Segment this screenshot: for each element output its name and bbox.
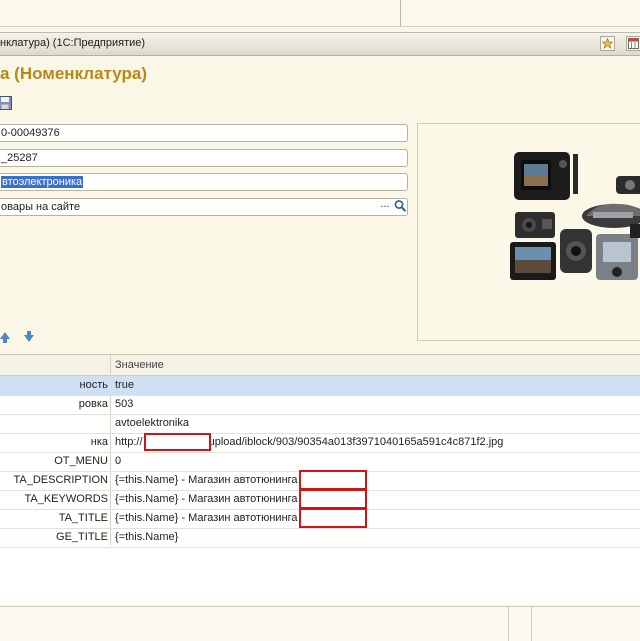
row-value: {=this.Name} [115, 531, 179, 543]
bottom-divider [508, 607, 509, 641]
row-key: ровка [78, 398, 108, 410]
bottom-strip [0, 606, 640, 641]
table-row[interactable]: OT_MENU 0 [0, 452, 640, 472]
row-value: {=this.Name} - Магазин автотюнинга [115, 493, 298, 505]
window-titlebar: нклатура) (1С:Предприятие) [0, 32, 640, 56]
top-divider [400, 0, 401, 26]
product-image [510, 152, 640, 280]
row-key: ность [79, 379, 108, 391]
properties-table: Значение ность true ровка 503 avtoelektr… [0, 354, 640, 605]
row-key: GE_TITLE [56, 531, 108, 543]
row-key: TA_TITLE [58, 512, 108, 524]
row-key: TA_DESCRIPTION [13, 474, 108, 486]
calendar-icon[interactable] [626, 36, 640, 51]
row-value: {=this.Name} - Магазин автотюнинга [115, 512, 298, 524]
arrow-up-icon[interactable] [0, 332, 10, 343]
arrow-down-icon[interactable] [24, 331, 34, 342]
table-row[interactable]: TA_KEYWORDS {=this.Name} - Магазин автот… [0, 489, 640, 510]
bottom-divider [531, 607, 532, 641]
article-field[interactable]: _25287 [0, 149, 408, 167]
group-select-button[interactable]: ... [378, 198, 392, 214]
form-header: а (Номенклатура) [0, 64, 148, 83]
table-row[interactable]: avtoelektronika [0, 414, 640, 434]
redaction-box [299, 508, 367, 528]
row-value: {=this.Name} - Магазин автотюнинга [115, 474, 298, 486]
redaction-box [299, 489, 367, 509]
table-header: Значение [0, 355, 640, 376]
window-title: нклатура) (1С:Предприятие) [0, 37, 146, 49]
name-field[interactable]: втоэлектроника [0, 173, 408, 191]
move-arrows [0, 330, 40, 347]
table-row[interactable]: нка http:// /upload/iblock/903/90354a013f… [0, 433, 640, 453]
group-field[interactable]: овары на сайте [0, 198, 408, 216]
search-icon[interactable] [393, 198, 408, 214]
url-prefix: http:// [115, 436, 143, 448]
redaction-box [144, 433, 211, 451]
row-value: true [115, 379, 134, 391]
value-column-header: Значение [115, 359, 164, 371]
row-key: нка [90, 436, 108, 448]
table-row[interactable]: TA_DESCRIPTION {=this.Name} - Магазин ав… [0, 470, 640, 491]
code-field[interactable]: 0-00049376 [0, 124, 408, 142]
table-row[interactable]: ровка 503 [0, 395, 640, 415]
table-row[interactable]: GE_TITLE {=this.Name} [0, 528, 640, 548]
top-border [0, 26, 640, 27]
table-row[interactable]: TA_TITLE {=this.Name} - Магазин автотюни… [0, 508, 640, 529]
row-value: 0 [115, 455, 122, 467]
row-value: avtoelektronika [115, 417, 189, 429]
top-strip [0, 0, 640, 27]
table-row[interactable]: ность true [0, 376, 640, 396]
save-icon[interactable] [0, 96, 12, 110]
url-suffix: /upload/iblock/903/90354a013f3971040165a… [205, 436, 504, 448]
redaction-box [299, 470, 367, 490]
row-value: 503 [115, 398, 134, 410]
row-key: TA_KEYWORDS [24, 493, 108, 505]
name-selected-text: втоэлектроника [1, 176, 84, 188]
product-image-panel [417, 123, 640, 341]
row-key: OT_MENU [54, 455, 108, 467]
star-icon[interactable] [600, 36, 615, 51]
